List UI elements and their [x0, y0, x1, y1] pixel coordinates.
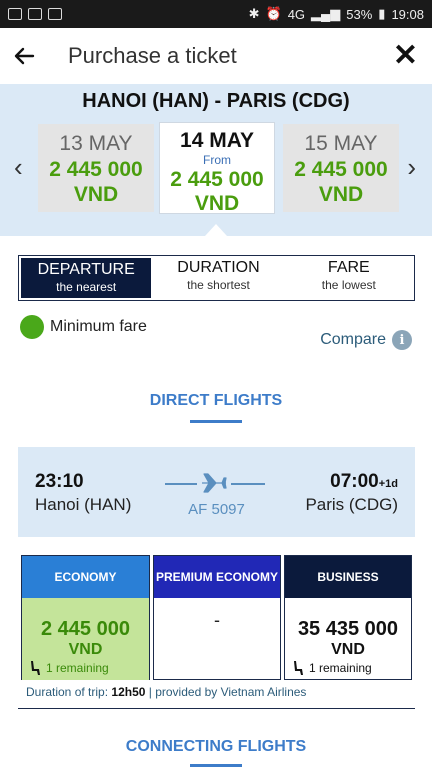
green-dot-icon	[20, 315, 44, 339]
chevron-right-icon[interactable]: ›	[407, 152, 416, 183]
status-bar: ✱ ⏰ 4G ▂▄▆ 53% ▮ 19:08	[0, 0, 432, 28]
section-underline	[190, 764, 242, 767]
fare-class-label: ECONOMY	[22, 556, 149, 598]
chevron-left-icon[interactable]: ‹	[14, 152, 23, 183]
section-direct-flights: DIRECT FLIGHTS	[149, 392, 283, 409]
date-selector: HANOI (HAN) - PARIS (CDG) ‹ 13 MAY 2 445…	[0, 84, 432, 236]
route-title: HANOI (HAN) - PARIS (CDG)	[82, 90, 350, 112]
close-icon[interactable]: ✕	[393, 38, 418, 73]
messenger-icon	[8, 8, 22, 20]
signal-icon: ▂▄▆	[311, 6, 341, 21]
fare-body: 2 445 000 VND 1 remaining	[22, 598, 149, 680]
legend-label: Minimum fare	[50, 318, 147, 335]
date-price: 2 445 000	[49, 158, 143, 181]
arrival-time-value: 07:00	[330, 471, 379, 492]
tab-label: FARE	[327, 259, 370, 276]
tab-label: DURATION	[177, 259, 260, 276]
date-price: 2 445 000	[294, 158, 388, 181]
flight-card[interactable]: 23:10 Hanoi (HAN) AF 5097 07:00+1d Paris…	[18, 447, 415, 537]
from-label: From	[203, 153, 231, 167]
compare-button[interactable]: Compare i	[320, 330, 412, 350]
remaining-label: 1 remaining	[46, 661, 109, 675]
alarm-icon: ⏰	[265, 6, 282, 21]
trip-duration: Duration of trip: 12h50 | provided by Vi…	[26, 685, 306, 699]
info-icon: i	[392, 330, 412, 350]
tab-sublabel: the shortest	[187, 278, 250, 292]
app-header: Purchase a ticket ✕	[0, 28, 432, 84]
date-price: 2 445 000	[170, 168, 264, 191]
fare-body: -	[154, 598, 280, 680]
route-line-left	[165, 483, 197, 485]
date-label: 15 MAY	[304, 132, 378, 155]
min-fare-legend: Minimum fare	[20, 315, 147, 339]
gallery-icon	[28, 8, 42, 20]
tab-departure[interactable]: DEPARTURE the nearest	[21, 258, 152, 298]
tab-fare[interactable]: FARE the lowest	[284, 256, 414, 300]
bluetooth-icon: ✱	[248, 6, 260, 21]
route-line-right	[231, 483, 265, 485]
fare-currency: VND	[331, 641, 365, 658]
tab-sublabel: the nearest	[56, 280, 117, 294]
section-underline	[190, 420, 242, 423]
fare-premium-economy[interactable]: PREMIUM ECONOMY -	[153, 555, 281, 680]
date-card-selected[interactable]: 14 MAY From 2 445 000 VND	[159, 122, 275, 215]
fare-body: 35 435 000 VND 1 remaining	[285, 598, 411, 680]
flipboard-icon	[48, 8, 62, 20]
provider-label: | provided by Vietnam Airlines	[148, 685, 307, 699]
arrival-time: 07:00+1d	[330, 471, 398, 493]
tab-label: DEPARTURE	[37, 261, 135, 278]
fare-class-label: PREMIUM ECONOMY	[154, 556, 280, 598]
page-title: Purchase a ticket	[68, 43, 237, 68]
sort-tabs: DEPARTURE the nearest DURATION the short…	[18, 255, 415, 301]
duration-label: Duration of trip:	[26, 685, 109, 699]
network-type: 4G	[287, 6, 306, 22]
date-card-prev[interactable]: 13 MAY 2 445 000 VND	[38, 124, 154, 212]
date-currency: VND	[318, 183, 364, 206]
selection-pointer	[205, 224, 227, 236]
fare-price: 35 435 000	[297, 618, 399, 640]
tab-duration[interactable]: DURATION the shortest	[153, 256, 283, 300]
fare-unavailable: -	[214, 610, 220, 630]
tab-sublabel: the lowest	[321, 278, 376, 292]
date-currency: VND	[73, 183, 119, 206]
compare-label: Compare	[320, 331, 386, 348]
duration-value: 12h50	[111, 685, 146, 699]
seats-remaining: 1 remaining	[28, 660, 109, 676]
clock: 19:08	[391, 6, 424, 22]
arrival-day-offset: +1d	[378, 478, 398, 490]
battery-level: 53%	[346, 6, 373, 22]
departure-time: 23:10	[35, 471, 84, 492]
arrival-city: Paris (CDG)	[305, 495, 398, 514]
date-card-next[interactable]: 15 MAY 2 445 000 VND	[283, 124, 399, 212]
fare-currency: VND	[68, 641, 103, 658]
fare-economy[interactable]: ECONOMY 2 445 000 VND 1 remaining	[21, 555, 150, 680]
seats-remaining: 1 remaining	[291, 660, 372, 676]
section-connecting-flights: CONNECTING FLIGHTS	[125, 738, 307, 755]
back-arrow-icon[interactable]	[0, 28, 48, 84]
remaining-label: 1 remaining	[309, 661, 372, 675]
date-currency: VND	[194, 192, 240, 215]
fare-price: 2 445 000	[41, 618, 130, 640]
battery-icon: ▮	[378, 6, 386, 21]
date-label: 13 MAY	[59, 132, 133, 155]
fare-business[interactable]: BUSINESS 35 435 000 VND 1 remaining	[284, 555, 412, 680]
fare-class-label: BUSINESS	[285, 556, 411, 598]
date-label: 14 MAY	[180, 129, 254, 152]
seat-icon	[294, 661, 303, 675]
seat-icon	[31, 661, 40, 675]
airplane-icon	[202, 473, 227, 493]
divider	[18, 708, 415, 709]
